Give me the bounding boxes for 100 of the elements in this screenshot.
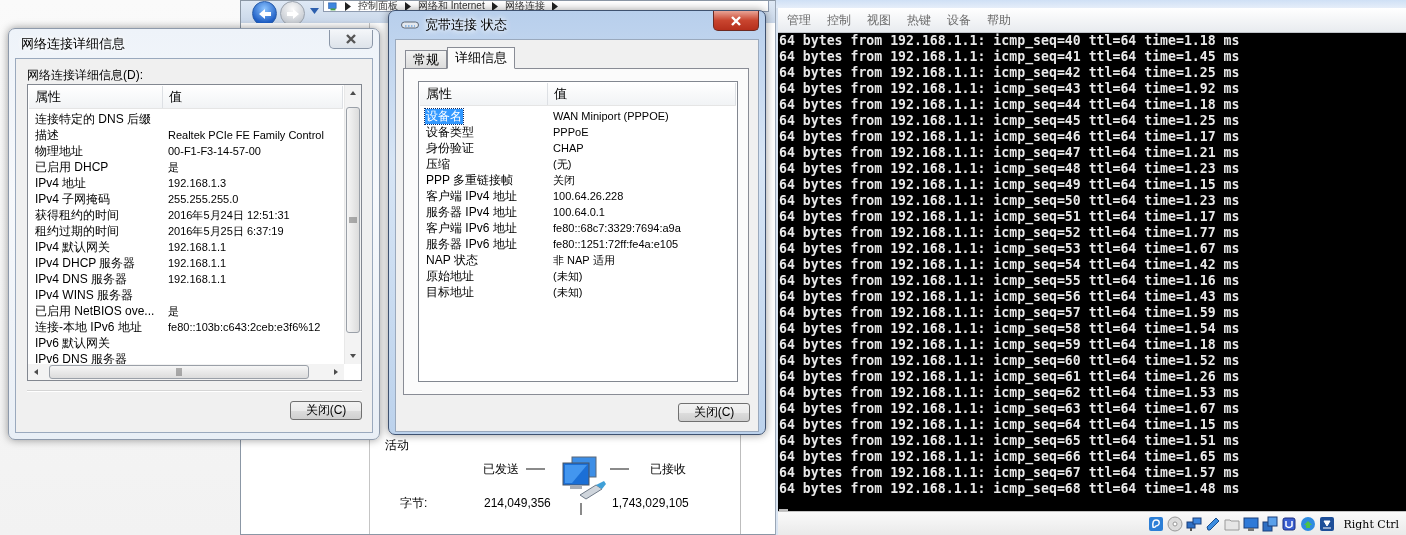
- console-line: 64 bytes from 192.168.1.1: icmp_seq=65 ttl=64 time=1.51 ms: [779, 433, 1241, 449]
- disc-icon: [1166, 516, 1183, 532]
- modem-icon: [401, 21, 419, 29]
- property-name[interactable]: IPv4 地址: [34, 175, 88, 191]
- console-line: 64 bytes from 192.168.1.1: icmp_seq=66 ttl=64 time=1.65 ms: [779, 449, 1241, 465]
- triangle-left-icon: [32, 368, 40, 376]
- property-value: 192.168.1.1: [168, 257, 228, 269]
- column-header[interactable]: 属性: [420, 83, 548, 105]
- console-line: 64 bytes from 192.168.1.1: icmp_seq=61 ttl=64 time=1.26 ms: [779, 369, 1241, 385]
- property-value: 是: [168, 159, 180, 175]
- console-line: 64 bytes from 192.168.1.1: icmp_seq=42 ttl=64 time=1.25 ms: [779, 65, 1241, 81]
- menu-item[interactable]: 热键: [907, 11, 931, 29]
- property-name[interactable]: IPv4 子网掩码: [34, 191, 112, 207]
- audio-icon: [1147, 516, 1164, 532]
- triangle-up-icon: [349, 89, 357, 97]
- pen-icon: [1204, 516, 1221, 532]
- property-name[interactable]: IPv4 WINS 服务器: [34, 287, 134, 303]
- folder-icon: [1223, 516, 1240, 532]
- window-title: 网络连接详细信息: [21, 34, 125, 53]
- breadcrumb-item[interactable]: 网络连接: [504, 1, 545, 11]
- property-name[interactable]: 客户端 IPv6 地址: [425, 220, 518, 236]
- column-header[interactable]: 属性: [29, 86, 163, 108]
- property-name[interactable]: 目标地址: [425, 284, 475, 300]
- property-name[interactable]: 压缩: [425, 156, 451, 172]
- property-name[interactable]: 连接特定的 DNS 后缀: [34, 111, 152, 127]
- breadcrumb-item[interactable]: 网络和 Internet: [418, 1, 485, 11]
- property-name[interactable]: PPP 多重链接帧: [425, 172, 515, 188]
- property-value: (未知): [553, 268, 584, 284]
- property-name[interactable]: IPv6 DNS 服务器: [34, 351, 128, 364]
- chevron-right-icon: [405, 1, 411, 11]
- property-name[interactable]: 物理地址: [34, 143, 84, 159]
- console-line: 64 bytes from 192.168.1.1: icmp_seq=45 ttl=64 time=1.25 ms: [779, 113, 1241, 129]
- tab[interactable]: 详细信息: [447, 47, 515, 69]
- console-line: 64 bytes from 192.168.1.1: icmp_seq=60 ttl=64 time=1.52 ms: [779, 353, 1241, 369]
- globe-icon: [1299, 516, 1316, 532]
- property-name[interactable]: IPv4 DNS 服务器: [34, 271, 128, 287]
- property-name[interactable]: IPv4 默认网关: [34, 239, 112, 255]
- property-name[interactable]: 获得租约的时间: [34, 207, 120, 223]
- property-value: 非 NAP 适用: [553, 252, 616, 268]
- breadcrumb-item[interactable]: 控制面板: [358, 1, 398, 11]
- property-value: 2016年5月24日 12:51:31: [168, 207, 291, 223]
- column-header[interactable]: 值: [548, 83, 736, 105]
- menu-item[interactable]: 设备: [947, 11, 971, 29]
- property-name[interactable]: 已启用 DHCP: [34, 159, 110, 175]
- column-header[interactable]: 值: [163, 86, 343, 108]
- property-name[interactable]: 身份验证: [425, 140, 475, 156]
- property-name[interactable]: IPv6 默认网关: [34, 335, 112, 351]
- console-line: 64 bytes from 192.168.1.1: icmp_seq=47 ttl=64 time=1.21 ms: [779, 145, 1241, 161]
- chevron-right-icon: [491, 1, 498, 11]
- console-line: 64 bytes from 192.168.1.1: icmp_seq=41 ttl=64 time=1.45 ms: [779, 49, 1241, 65]
- menu-item[interactable]: 控制: [827, 11, 851, 29]
- menu-item[interactable]: 视图: [867, 11, 891, 29]
- property-name[interactable]: 连接-本地 IPv6 地址: [34, 319, 143, 335]
- property-name[interactable]: 服务器 IPv6 地址: [425, 236, 518, 252]
- close-button[interactable]: [329, 30, 373, 49]
- property-name[interactable]: 客户端 IPv4 地址: [425, 188, 518, 204]
- vertical-scrollbar[interactable]: [344, 85, 361, 364]
- console-line: 64 bytes from 192.168.1.1: icmp_seq=56 ttl=64 time=1.43 ms: [779, 289, 1241, 305]
- menu-item[interactable]: 管理: [787, 11, 811, 29]
- property-value: 192.168.1.1: [168, 273, 228, 285]
- property-value: WAN Miniport (PPPOE): [553, 110, 670, 122]
- property-name[interactable]: 设备类型: [425, 124, 475, 140]
- property-value: fe80::103b:c643:2ceb:e3f6%12: [168, 321, 322, 333]
- menu-item[interactable]: 帮助: [987, 11, 1011, 29]
- property-name[interactable]: NAP 状态: [425, 252, 479, 268]
- console-line: 64 bytes from 192.168.1.1: icmp_seq=62 ttl=64 time=1.53 ms: [779, 385, 1241, 401]
- close-icon: [730, 15, 742, 26]
- console-line: 64 bytes from 192.168.1.1: icmp_seq=43 ttl=64 time=1.92 ms: [779, 81, 1241, 97]
- triangle-right-icon: [332, 368, 340, 376]
- property-name[interactable]: IPv4 DHCP 服务器: [34, 255, 137, 271]
- property-name[interactable]: 服务器 IPv4 地址: [425, 204, 518, 220]
- chevron-right-icon: [345, 1, 351, 11]
- close-icon: [345, 34, 357, 44]
- network-computers-icon: [560, 455, 608, 517]
- console-line: 64 bytes from 192.168.1.1: icmp_seq=46 ttl=64 time=1.17 ms: [779, 129, 1241, 145]
- property-name[interactable]: 原始地址: [425, 268, 475, 284]
- tab[interactable]: 常规: [405, 50, 447, 69]
- close-dialog-button[interactable]: 关闭(C): [290, 401, 362, 420]
- close-button[interactable]: [713, 11, 759, 31]
- console-line: 64 bytes from 192.168.1.1: icmp_seq=59 ttl=64 time=1.18 ms: [779, 337, 1241, 353]
- scroll-thumb[interactable]: [49, 365, 309, 379]
- console-line: 64 bytes from 192.168.1.1: icmp_seq=50 ttl=64 time=1.23 ms: [779, 193, 1241, 209]
- console-line: 64 bytes from 192.168.1.1: icmp_seq=48 ttl=64 time=1.23 ms: [779, 161, 1241, 177]
- property-name[interactable]: 已启用 NetBIOS ove...: [34, 303, 156, 319]
- received-label: 已接收: [650, 460, 686, 478]
- property-name[interactable]: 描述: [34, 127, 60, 143]
- console-line: 64 bytes from 192.168.1.1: icmp_seq=58 ttl=64 time=1.54 ms: [779, 321, 1241, 337]
- close-dialog-button[interactable]: 关闭(C): [678, 403, 750, 422]
- list-label: 网络连接详细信息(D):: [27, 67, 144, 83]
- scroll-thumb[interactable]: [346, 107, 360, 333]
- bytes-label: 字节:: [400, 494, 428, 512]
- property-value: 00-F1-F3-14-57-00: [168, 145, 262, 157]
- arrow-left-icon: [257, 7, 272, 20]
- window-title: 宽带连接 状态: [425, 16, 507, 34]
- chevron-right-icon: [551, 1, 558, 11]
- property-name[interactable]: 租约过期的时间: [34, 223, 120, 239]
- property-value: 2016年5月25日 6:37:19: [168, 223, 285, 239]
- console-line: 64 bytes from 192.168.1.1: icmp_seq=44 ttl=64 time=1.18 ms: [779, 97, 1241, 113]
- horizontal-scrollbar[interactable]: [28, 364, 344, 380]
- console-line: 64 bytes from 192.168.1.1: icmp_seq=53 ttl=64 time=1.67 ms: [779, 241, 1241, 257]
